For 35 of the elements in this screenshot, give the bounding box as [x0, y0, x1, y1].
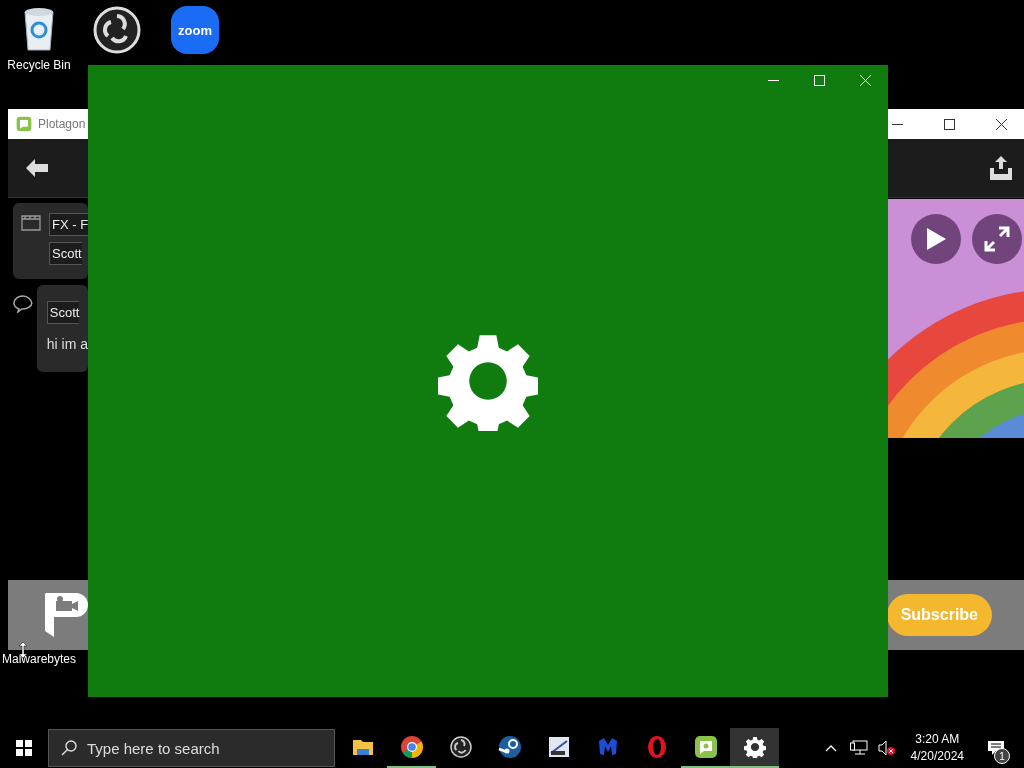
search-icon — [61, 740, 77, 756]
dialogue-line: hi im a — [46, 335, 88, 354]
obs-logo-icon[interactable] — [93, 6, 141, 54]
search-field[interactable]: Type here to search — [48, 729, 335, 767]
expand-icon — [984, 226, 1010, 252]
script-field[interactable]: FX - F — [49, 213, 89, 236]
zoom-logo-icon[interactable]: zoom — [171, 6, 219, 54]
window-title: Plotagon — [38, 117, 86, 131]
back-arrow-icon[interactable] — [26, 159, 48, 177]
plotagon-icon[interactable] — [693, 735, 718, 759]
desktop-icon-label[interactable]: Recycle Bin — [7, 58, 71, 72]
network-icon[interactable] — [849, 740, 868, 756]
clapperboard-icon — [21, 215, 41, 231]
volume-muted-icon[interactable] — [877, 740, 896, 756]
windows-logo-icon[interactable] — [16, 740, 32, 756]
settings-icon — [743, 736, 766, 758]
chevron-up-icon[interactable] — [824, 744, 837, 752]
script-field[interactable]: Scott — [46, 301, 80, 324]
maximize-icon[interactable] — [943, 118, 955, 130]
share-icon[interactable] — [990, 156, 1012, 180]
obs-icon[interactable] — [448, 735, 473, 759]
script-field[interactable]: Scott — [49, 242, 82, 265]
play-icon — [925, 227, 947, 251]
search-placeholder: Type here to search — [87, 739, 220, 757]
speech-bubble-icon — [13, 295, 33, 313]
diagram-tool-icon[interactable] — [546, 735, 571, 759]
chrome-icon[interactable] — [399, 735, 424, 759]
notification-count: 1 — [994, 748, 1010, 764]
plotagon-icon — [16, 116, 32, 132]
close-icon[interactable] — [995, 118, 1007, 130]
clock-time[interactable]: 3:20 AM — [915, 731, 960, 748]
clock-date[interactable]: 4/20/2024 — [910, 748, 964, 765]
taskbar-app[interactable] — [730, 728, 779, 768]
desktop-icon-label[interactable]: Malwarebytes — [2, 652, 77, 666]
steam-icon[interactable] — [497, 735, 522, 759]
